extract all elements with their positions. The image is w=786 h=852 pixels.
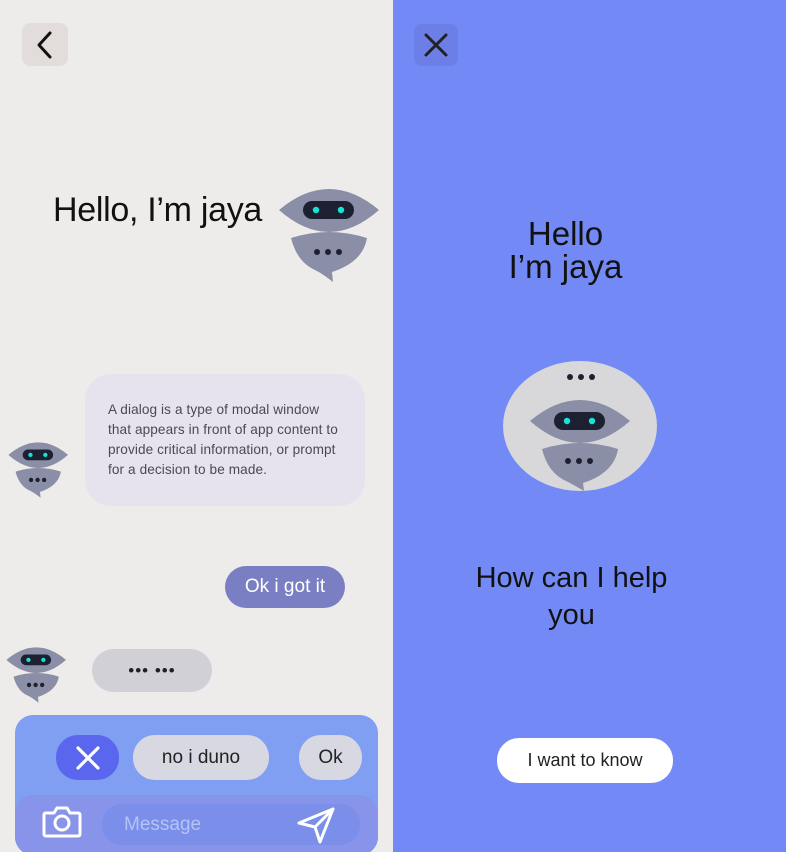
bot-avatar-small (6, 647, 67, 703)
bot-avatar-circle (503, 361, 657, 491)
dismiss-suggestions-button[interactable] (56, 735, 119, 780)
back-button[interactable] (22, 23, 68, 66)
typing-indicator: ••• ••• (92, 649, 212, 692)
greeting-line: I’m jaya (508, 248, 623, 285)
send-icon (297, 807, 335, 844)
question-line: you (548, 599, 595, 631)
bot-message-bubble: A dialog is a type of modal window that … (85, 374, 365, 506)
welcome-screen: Hello I’m jaya How can I help you I want… (393, 0, 786, 852)
greeting-line: Hello (527, 215, 604, 252)
camera-icon (42, 806, 82, 838)
bot-avatar-large (530, 374, 630, 491)
input-area: no i duno Ok Message (15, 715, 378, 852)
want-to-know-button[interactable]: I want to know (497, 738, 673, 783)
chat-screen: Hello, I’m jaya A dialog is a type of mo… (0, 0, 393, 852)
welcome-greeting: Hello I’m jaya (393, 217, 738, 283)
bot-avatar-large (279, 189, 379, 282)
user-message-bubble: Ok i got it (225, 566, 345, 608)
quick-reply-chip[interactable]: Ok (299, 735, 362, 780)
quick-reply-chip[interactable]: no i duno (133, 735, 269, 780)
camera-button[interactable] (41, 802, 83, 840)
close-button[interactable] (414, 24, 458, 66)
send-button[interactable] (295, 805, 337, 845)
bot-avatar-small (8, 442, 69, 498)
close-icon (75, 745, 100, 770)
typing-dots: ••• ••• (128, 660, 176, 680)
question-line: How can I help (475, 562, 668, 594)
close-icon (424, 33, 448, 57)
help-question: How can I help you (393, 560, 750, 634)
chevron-left-icon (37, 31, 52, 58)
message-composer: Message (15, 795, 378, 852)
greeting-title: Hello, I’m jaya (53, 191, 263, 229)
message-placeholder: Message (124, 813, 202, 835)
